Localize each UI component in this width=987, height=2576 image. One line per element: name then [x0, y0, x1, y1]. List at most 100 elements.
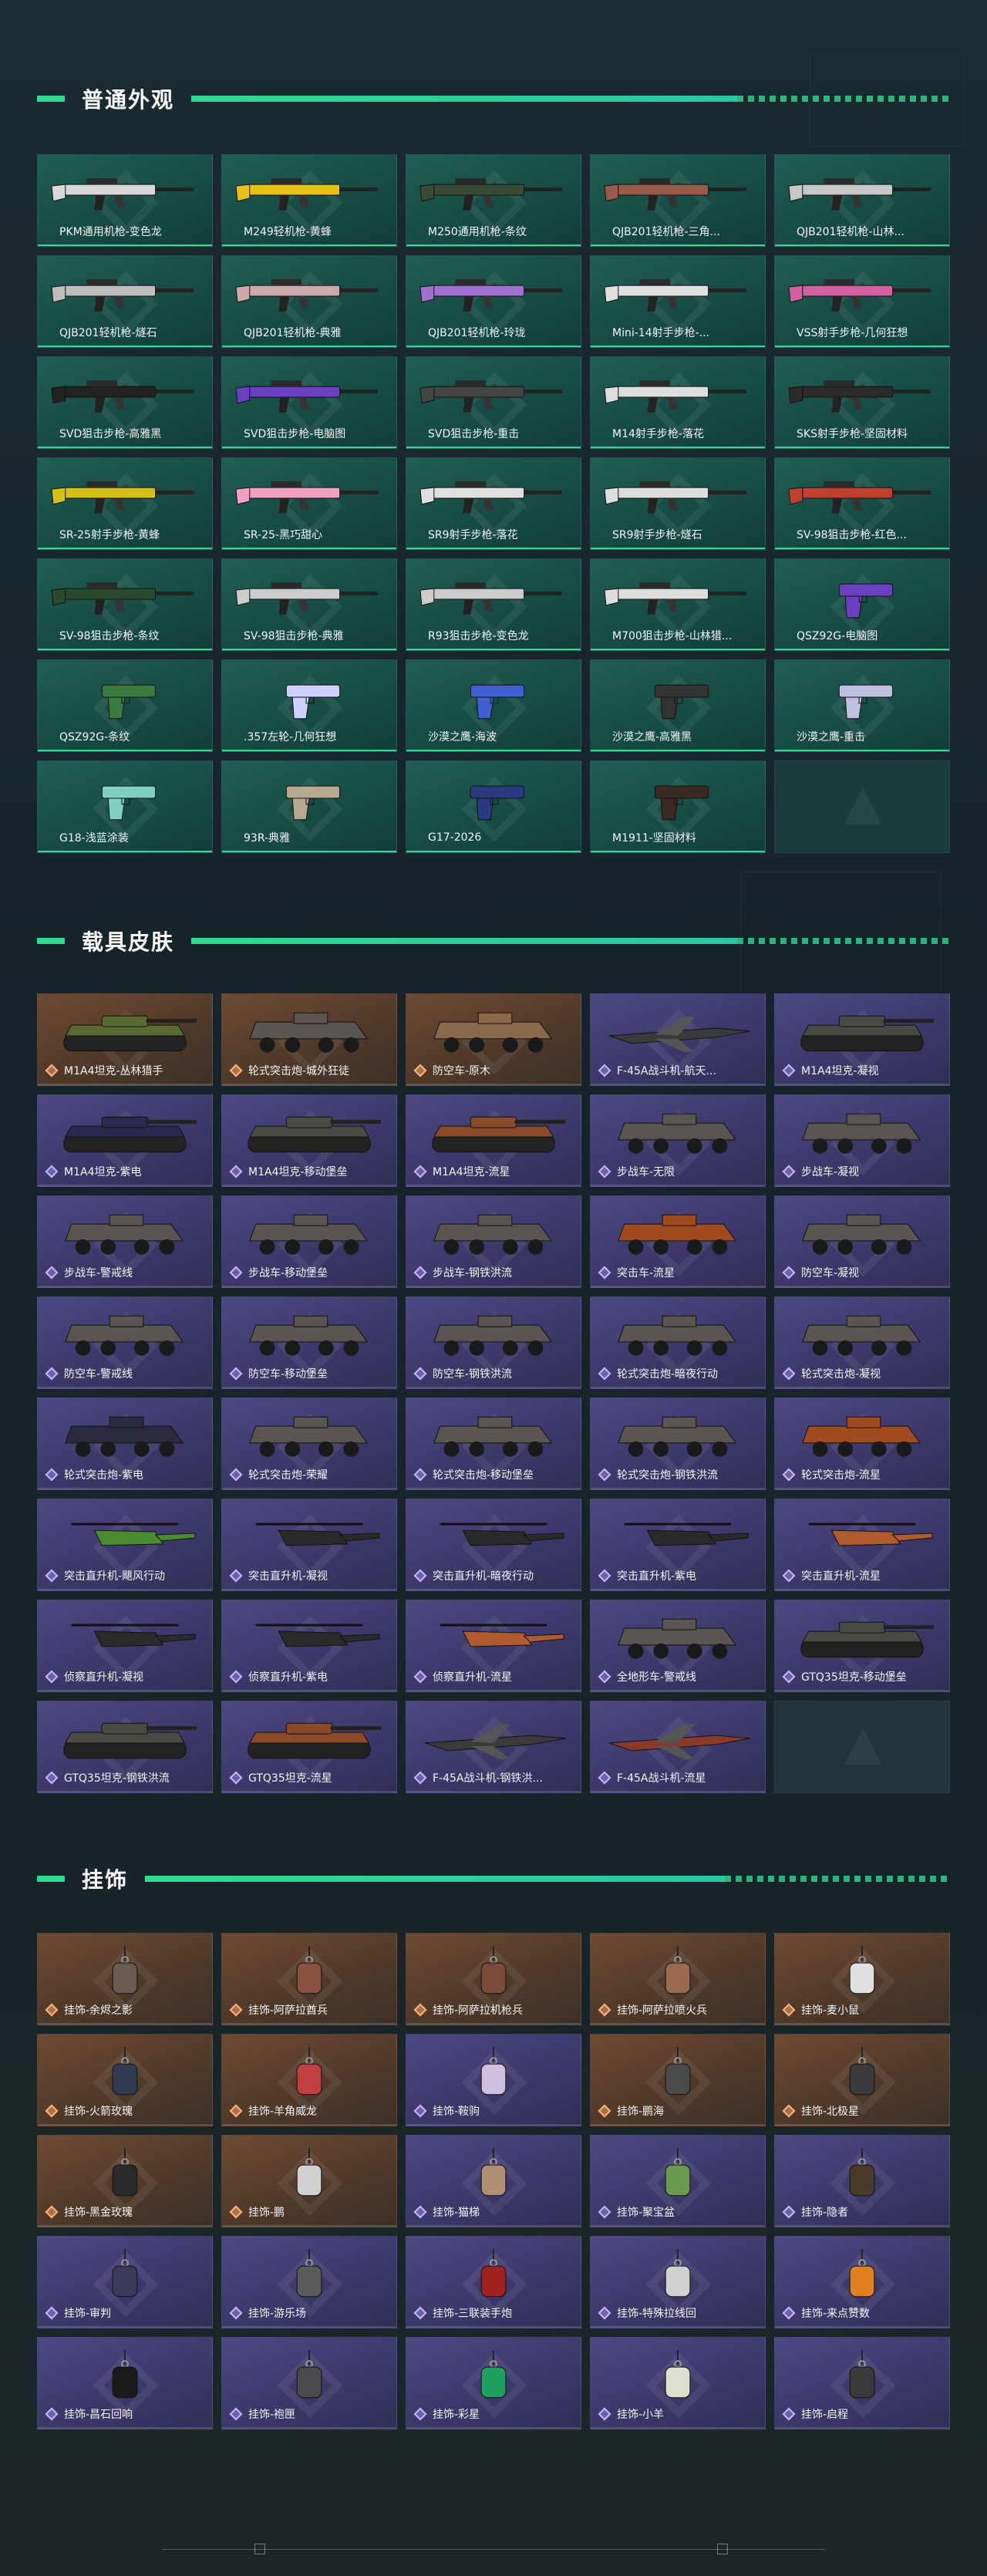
pendant-card[interactable]: 挂饰-鹏 — [221, 2135, 397, 2227]
vehicle-card[interactable]: M1A4坦克-移动堡垒 — [221, 1094, 397, 1187]
pendant-card[interactable]: 挂饰-鹏海 — [590, 2034, 766, 2126]
pendant-card[interactable]: 挂饰-彩星 — [406, 2337, 581, 2429]
pendant-card[interactable]: 挂饰-游乐场 — [221, 2236, 397, 2328]
vehicle-card[interactable]: 步战车-凝视 — [774, 1094, 950, 1187]
vehicle-card[interactable]: M1A4坦克-紫电 — [37, 1094, 213, 1187]
pendant-card[interactable]: 挂饰-聚宝盆 — [590, 2135, 766, 2227]
weapon-card[interactable]: QJB201轻机枪-燧石 — [37, 255, 213, 348]
weapon-card[interactable]: M250通用机枪-条纹 — [406, 154, 581, 247]
pendant-card[interactable]: 挂饰-余烬之影 — [37, 1933, 213, 2025]
vehicle-card[interactable]: 突击直升机-紫电 — [590, 1499, 766, 1591]
vehicle-card[interactable]: M1A4坦克-凝视 — [774, 993, 950, 1086]
weapon-card[interactable]: QJB201轻机枪-玲珑 — [406, 255, 581, 348]
weapon-card[interactable]: VSS射手步枪-几何狂想 — [774, 255, 950, 348]
pendant-card[interactable]: 挂饰-羊角威龙 — [221, 2034, 397, 2126]
vehicle-card[interactable]: 防空车-原木 — [406, 993, 581, 1086]
pendant-card[interactable]: 挂饰-来点赞数 — [774, 2236, 950, 2328]
pendant-card[interactable]: 挂饰-启程 — [774, 2337, 950, 2429]
pendant-card[interactable]: 挂饰-猫梯 — [406, 2135, 581, 2227]
vehicle-card[interactable]: 步战车-移动堡垒 — [221, 1195, 397, 1288]
pendant-card[interactable]: 挂饰-昌石回响 — [37, 2337, 213, 2429]
vehicle-card[interactable]: GTQ35坦克-钢铁洪流 — [37, 1701, 213, 1793]
pendant-card[interactable]: 挂饰-阿萨拉喷火兵 — [590, 1933, 766, 2025]
pendant-card[interactable]: 挂饰-隐者 — [774, 2135, 950, 2227]
weapon-card[interactable]: M700狙击步枪-山林猎... — [590, 558, 766, 651]
pendant-card[interactable]: 挂饰-黑金玫瑰 — [37, 2135, 213, 2227]
vehicle-card[interactable]: 侦察直升机-凝视 — [37, 1600, 213, 1692]
weapon-card[interactable]: SR9射手步枪-燧石 — [590, 457, 766, 550]
weapon-card[interactable]: .357左轮-几何狂想 — [221, 659, 397, 752]
vehicle-card[interactable]: 步战车-无限 — [590, 1094, 766, 1187]
weapon-card[interactable]: SKS射手步枪-坚固材料 — [774, 356, 950, 449]
pendant-card[interactable]: 挂饰-袍匣 — [221, 2337, 397, 2429]
weapon-card[interactable]: SV-98狙击步枪-红色... — [774, 457, 950, 550]
vehicle-card[interactable]: M1A4坦克-丛林猎手 — [37, 993, 213, 1086]
weapon-card[interactable]: M14射手步枪-落花 — [590, 356, 766, 449]
weapon-card[interactable]: SVD狙击步枪-高雅黑 — [37, 356, 213, 449]
weapon-card[interactable]: 沙漠之鹰-重击 — [774, 659, 950, 752]
vehicle-card[interactable]: 突击车-流星 — [590, 1195, 766, 1288]
vehicle-card[interactable]: 步战车-钢铁洪流 — [406, 1195, 581, 1288]
vehicle-card[interactable]: 突击直升机-流星 — [774, 1499, 950, 1591]
pendant-card[interactable]: 挂饰-阿萨拉酋兵 — [221, 1933, 397, 2025]
vehicle-card[interactable]: 轮式突击炮-紫电 — [37, 1398, 213, 1490]
weapon-card[interactable]: QJB201轻机枪-山林... — [774, 154, 950, 247]
weapon-card[interactable]: R93狙击步枪-变色龙 — [406, 558, 581, 651]
weapon-card[interactable]: SV-98狙击步枪-典雅 — [221, 558, 397, 651]
vehicle-card[interactable]: 轮式突击炮-钢铁洪流 — [590, 1398, 766, 1490]
vehicle-card[interactable]: 防空车-凝视 — [774, 1195, 950, 1288]
vehicle-card[interactable]: 侦察直升机-流星 — [406, 1600, 581, 1692]
weapon-card[interactable]: SVD狙击步枪-电脑图 — [221, 356, 397, 449]
vehicle-card[interactable]: 轮式突击炮-暗夜行动 — [590, 1296, 766, 1389]
weapon-card[interactable]: 93R-典雅 — [221, 760, 397, 853]
vehicle-card[interactable]: 轮式突击炮-凝视 — [774, 1296, 950, 1389]
pendant-card[interactable]: 挂饰-麦小鼠 — [774, 1933, 950, 2025]
vehicle-card[interactable]: 防空车-警戒线 — [37, 1296, 213, 1389]
weapon-card[interactable]: Mini-14射手步枪-... — [590, 255, 766, 348]
weapon-card[interactable]: G18-浅蓝涂装 — [37, 760, 213, 853]
pendant-card[interactable]: 挂饰-火箭玫瑰 — [37, 2034, 213, 2126]
vehicle-card[interactable]: F-45A战斗机-钢铁洪... — [406, 1701, 581, 1793]
vehicle-card[interactable]: 防空车-移动堡垒 — [221, 1296, 397, 1389]
pendant-card[interactable]: 挂饰-三联装手炮 — [406, 2236, 581, 2328]
vehicle-card[interactable]: 防空车-钢铁洪流 — [406, 1296, 581, 1389]
pendant-label-row: 挂饰-彩星 — [406, 2404, 581, 2424]
vehicle-card[interactable]: 突击直升机-飓风行动 — [37, 1499, 213, 1591]
pendant-card[interactable]: 挂饰-北极星 — [774, 2034, 950, 2126]
vehicle-card[interactable]: M1A4坦克-流星 — [406, 1094, 581, 1187]
weapon-card[interactable]: SV-98狙击步枪-条纹 — [37, 558, 213, 651]
vehicle-card[interactable]: 轮式突击炮-城外狂徒 — [221, 993, 397, 1086]
weapon-card[interactable]: G17-2026 — [406, 760, 581, 853]
weapon-card[interactable]: PKM通用机枪-变色龙 — [37, 154, 213, 247]
weapon-card[interactable]: QJB201轻机枪-三角... — [590, 154, 766, 247]
weapon-card[interactable]: QSZ92G-条纹 — [37, 659, 213, 752]
vehicle-card[interactable]: 突击直升机-暗夜行动 — [406, 1499, 581, 1591]
weapon-card[interactable]: SR-25-黑巧甜心 — [221, 457, 397, 550]
vehicle-card[interactable]: F-45A战斗机-航天... — [590, 993, 766, 1086]
pendant-card[interactable]: 挂饰-审判 — [37, 2236, 213, 2328]
vehicle-card[interactable]: 步战车-警戒线 — [37, 1195, 213, 1288]
vehicle-card[interactable]: 突击直升机-凝视 — [221, 1499, 397, 1591]
vehicle-card[interactable]: F-45A战斗机-流星 — [590, 1701, 766, 1793]
pendant-card[interactable]: 挂饰-鞍驹 — [406, 2034, 581, 2126]
weapon-thumbnail — [233, 570, 386, 624]
weapon-card[interactable]: 沙漠之鹰-海波 — [406, 659, 581, 752]
vehicle-card[interactable]: 全地形车-警戒线 — [590, 1600, 766, 1692]
pendant-card[interactable]: 挂饰-特殊拉线回 — [590, 2236, 766, 2328]
vehicle-card[interactable]: 轮式突击炮-移动堡垒 — [406, 1398, 581, 1490]
weapon-card[interactable]: SVD狙击步枪-重击 — [406, 356, 581, 449]
weapon-card[interactable]: QSZ92G-电脑图 — [774, 558, 950, 651]
pendant-card[interactable]: 挂饰-小羊 — [590, 2337, 766, 2429]
vehicle-card[interactable]: 轮式突击炮-流星 — [774, 1398, 950, 1490]
weapon-card[interactable]: QJB201轻机枪-典雅 — [221, 255, 397, 348]
weapon-card[interactable]: SR-25射手步枪-黄蜂 — [37, 457, 213, 550]
pendant-card[interactable]: 挂饰-阿萨拉机枪兵 — [406, 1933, 581, 2025]
weapon-card[interactable]: 沙漠之鹰-高雅黑 — [590, 659, 766, 752]
weapon-card[interactable]: SR9射手步枪-落花 — [406, 457, 581, 550]
weapon-card[interactable]: M1911-坚固材料 — [590, 760, 766, 853]
vehicle-card[interactable]: GTQ35坦克-流星 — [221, 1701, 397, 1793]
vehicle-card[interactable]: GTQ35坦克-移动堡垒 — [774, 1600, 950, 1692]
weapon-card[interactable]: M249轻机枪-黄蜂 — [221, 154, 397, 247]
vehicle-card[interactable]: 轮式突击炮-荣耀 — [221, 1398, 397, 1490]
vehicle-card[interactable]: 侦察直升机-紫电 — [221, 1600, 397, 1692]
